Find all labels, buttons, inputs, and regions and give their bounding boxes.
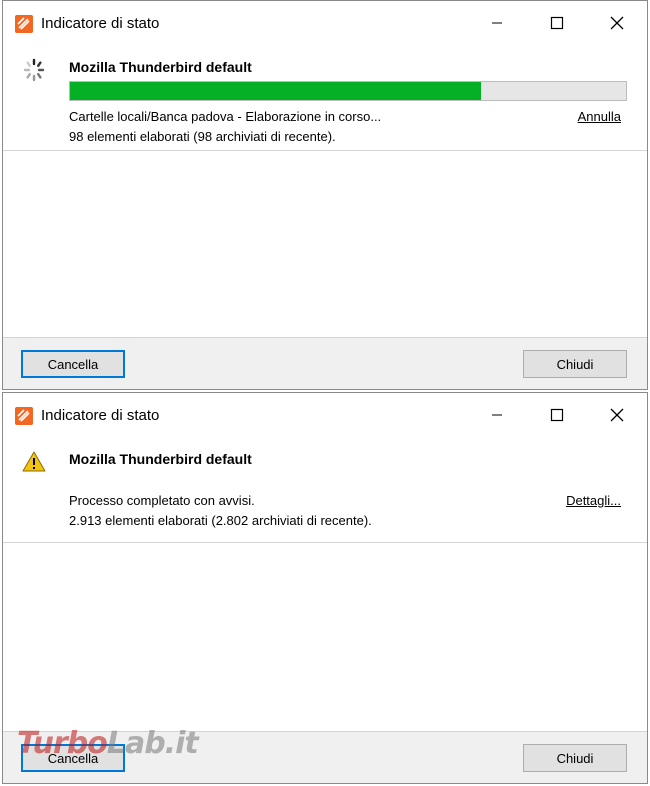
archive-status-dialog-in-progress: Indicatore di stato Mozilla Thunderbird … <box>2 0 648 390</box>
profile-name: Mozilla Thunderbird default <box>69 451 252 467</box>
profile-name: Mozilla Thunderbird default <box>69 59 252 75</box>
warning-icon <box>22 451 46 472</box>
close-button[interactable]: Chiudi <box>523 350 627 378</box>
archive-status-dialog-completed: Indicatore di stato Mozilla Thunderbird … <box>2 392 648 784</box>
content-area <box>3 152 647 337</box>
close-icon <box>610 16 624 30</box>
maximize-icon <box>550 16 564 30</box>
cancel-button[interactable]: Cancella <box>21 744 125 772</box>
minimize-icon <box>492 414 502 416</box>
status-header: Mozilla Thunderbird default Processo com… <box>3 437 647 543</box>
window-title: Indicatore di stato <box>41 407 160 424</box>
status-header: Mozilla Thunderbird default Cartelle loc… <box>3 45 647 151</box>
maximize-button[interactable] <box>527 393 587 437</box>
minimize-button[interactable] <box>467 1 527 45</box>
item-count-text: 2.913 elementi elaborati (2.802 archivia… <box>69 513 372 528</box>
progress-bar <box>69 81 627 101</box>
cancel-button[interactable]: Cancella <box>21 350 125 378</box>
window-title: Indicatore di stato <box>41 15 160 32</box>
content-area <box>3 544 647 731</box>
status-text: Processo completato con avvisi. <box>69 493 255 508</box>
minimize-icon <box>492 22 502 24</box>
minimize-button[interactable] <box>467 393 527 437</box>
spinner-icon <box>23 58 45 82</box>
maximize-button[interactable] <box>527 1 587 45</box>
close-window-button[interactable] <box>587 1 647 45</box>
title-bar[interactable]: Indicatore di stato <box>3 393 647 437</box>
app-icon <box>15 15 33 33</box>
cancel-link[interactable]: Annulla <box>578 109 621 124</box>
title-bar[interactable]: Indicatore di stato <box>3 1 647 45</box>
progress-bar-fill <box>70 82 482 100</box>
close-window-button[interactable] <box>587 393 647 437</box>
dialog-footer: Cancella Chiudi <box>3 337 647 389</box>
maximize-icon <box>550 408 564 422</box>
dialog-footer: Cancella Chiudi <box>3 731 647 783</box>
status-text: Cartelle locali/Banca padova - Elaborazi… <box>69 109 382 124</box>
item-count-text: 98 elementi elaborati (98 archiviati di … <box>69 129 336 144</box>
close-button[interactable]: Chiudi <box>523 744 627 772</box>
details-link[interactable]: Dettagli... <box>566 493 621 508</box>
app-icon <box>15 407 33 425</box>
close-icon <box>610 408 624 422</box>
